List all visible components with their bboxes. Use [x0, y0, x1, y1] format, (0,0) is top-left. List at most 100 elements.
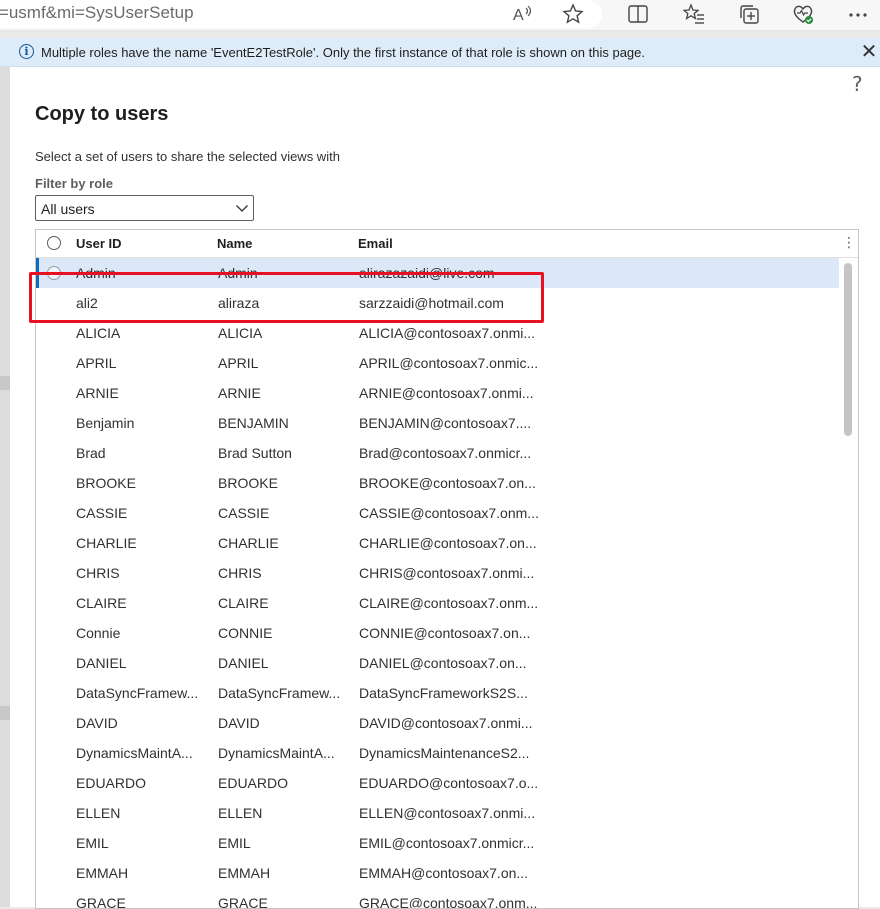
- cell-email: BENJAMIN@contosoax7....: [359, 415, 532, 431]
- table-row[interactable]: EMIL EMIL EMIL@contosoax7.onmicr...: [36, 828, 839, 858]
- close-icon[interactable]: ✕: [859, 42, 879, 62]
- cell-name: EMIL: [218, 835, 251, 851]
- cell-name: ELLEN: [218, 805, 263, 821]
- info-message-bar: i Multiple roles have the name 'EventE2T…: [0, 38, 880, 67]
- table-row[interactable]: APRIL APRIL APRIL@contosoax7.onmic...: [36, 348, 839, 378]
- table-row[interactable]: ARNIE ARNIE ARNIE@contosoax7.onmi...: [36, 378, 839, 408]
- cell-email: EMMAH@contosoax7.on...: [359, 865, 529, 881]
- cell-user-id: CHARLIE: [76, 535, 137, 551]
- cell-email: CLAIRE@contosoax7.onm...: [359, 595, 539, 611]
- favorite-star-icon[interactable]: [562, 3, 584, 25]
- table-row[interactable]: CASSIE CASSIE CASSIE@contosoax7.onm...: [36, 498, 839, 528]
- cell-email: CASSIE@contosoax7.onm...: [359, 505, 539, 521]
- table-row[interactable]: GRACE GRACE GRACE@contosoax7.onm...: [36, 888, 839, 908]
- cell-name: DANIEL: [218, 655, 269, 671]
- cell-user-id: BROOKE: [76, 475, 136, 491]
- cell-user-id: EMMAH: [76, 865, 129, 881]
- table-row[interactable]: DynamicsMaintA... DynamicsMaintA... Dynami…: [36, 738, 839, 768]
- chevron-down-icon: [235, 201, 249, 215]
- cell-user-id: ARNIE: [76, 385, 119, 401]
- cell-user-id: CHRIS: [76, 565, 120, 581]
- cell-user-id: Benjamin: [76, 415, 135, 431]
- table-row[interactable]: BROOKE BROOKE BROOKE@contosoax7.on...: [36, 468, 839, 498]
- cell-email: ALICIA@contosoax7.onmi...: [359, 325, 536, 341]
- cell-user-id: DAVID: [76, 715, 118, 731]
- table-row[interactable]: CLAIRE CLAIRE CLAIRE@contosoax7.onm...: [36, 588, 839, 618]
- cell-email: APRIL@contosoax7.onmic...: [359, 355, 539, 371]
- browser-essentials-icon[interactable]: [792, 3, 814, 25]
- table-row[interactable]: EMMAH EMMAH EMMAH@contosoax7.on...: [36, 858, 839, 888]
- cell-name: EDUARDO: [218, 775, 289, 791]
- cell-name: DAVID: [218, 715, 260, 731]
- table-row[interactable]: DANIEL DANIEL DANIEL@contosoax7.on...: [36, 648, 839, 678]
- cell-email: EDUARDO@contosoax7.o...: [359, 775, 539, 791]
- cell-name: APRIL: [218, 355, 259, 371]
- cell-user-id: DynamicsMaintA...: [76, 745, 193, 761]
- cell-email: BROOKE@contosoax7.on...: [359, 475, 536, 491]
- filter-by-role-dropdown[interactable]: All users: [35, 195, 254, 221]
- cell-name: BROOKE: [218, 475, 278, 491]
- table-row[interactable]: CHARLIE CHARLIE CHARLIE@contosoax7.on...: [36, 528, 839, 558]
- table-row[interactable]: ELLEN ELLEN ELLEN@contosoax7.onmi...: [36, 798, 839, 828]
- cell-email: ARNIE@contosoax7.onmi...: [359, 385, 534, 401]
- cell-user-id: Connie: [76, 625, 121, 641]
- cell-name: DataSyncFramew...: [218, 685, 341, 701]
- cell-user-id: DataSyncFramew...: [76, 685, 199, 701]
- cell-email: ELLEN@contosoax7.onmi...: [359, 805, 536, 821]
- table-row[interactable]: Connie CONNIE CONNIE@contosoax7.on...: [36, 618, 839, 648]
- scrollbar-thumb[interactable]: [844, 263, 852, 436]
- cell-user-id: APRIL: [76, 355, 117, 371]
- cell-user-id: Brad: [76, 445, 106, 461]
- favorites-list-icon[interactable]: [683, 3, 705, 25]
- cell-user-id: ELLEN: [76, 805, 121, 821]
- cell-email: DAVID@contosoax7.onmi...: [359, 715, 533, 731]
- info-icon: i: [19, 44, 34, 59]
- read-aloud-icon[interactable]: A: [512, 3, 534, 25]
- grid-rows: Admin Admin alirazazaidi@live.com ali2 alira…: [36, 258, 842, 908]
- help-icon[interactable]: ?: [852, 72, 863, 96]
- background-page-edge: [0, 706, 10, 720]
- collections-icon[interactable]: [738, 3, 760, 25]
- column-options-icon[interactable]: ⋮: [842, 234, 856, 251]
- column-header-user-id[interactable]: User ID: [76, 236, 122, 251]
- cell-user-id: DANIEL: [76, 655, 127, 671]
- cell-email: DataSyncFrameworkS2S...: [359, 685, 528, 701]
- cell-name: Brad Sutton: [218, 445, 292, 461]
- background-page-edge: [0, 376, 10, 390]
- filter-by-role-label: Filter by role: [35, 176, 114, 191]
- more-icon[interactable]: [847, 3, 869, 25]
- filter-by-role-value: All users: [41, 201, 95, 217]
- split-screen-icon[interactable]: [627, 3, 649, 25]
- cell-email: EMIL@contosoax7.onmicr...: [359, 835, 535, 851]
- table-row[interactable]: Brad Brad Sutton Brad@contosoax7.onmicr...: [36, 438, 839, 468]
- table-row[interactable]: EDUARDO EDUARDO EDUARDO@contosoax7.o...: [36, 768, 839, 798]
- cell-email: DANIEL@contosoax7.on...: [359, 655, 527, 671]
- cell-email: Brad@contosoax7.onmicr...: [359, 445, 532, 461]
- grid-header: User ID Name Email ⋮: [36, 230, 858, 258]
- table-row[interactable]: Benjamin BENJAMIN BENJAMIN@contosoax7....: [36, 408, 839, 438]
- cell-user-id: CASSIE: [76, 505, 128, 521]
- svg-text:A: A: [513, 7, 524, 24]
- table-row[interactable]: DataSyncFramew... DataSyncFramew... DataSy…: [36, 678, 839, 708]
- table-row[interactable]: DAVID DAVID DAVID@contosoax7.onmi...: [36, 708, 839, 738]
- cell-email: CHARLIE@contosoax7.on...: [359, 535, 537, 551]
- annotation-highlight: [29, 272, 544, 323]
- address-bar-url[interactable]: np=usmf&mi=SysUserSetup: [0, 3, 194, 23]
- browser-toolbar: np=usmf&mi=SysUserSetup A: [0, 0, 880, 31]
- cell-email: CONNIE@contosoax7.on...: [359, 625, 531, 641]
- users-grid: User ID Name Email ⋮ Admin Admin alirazaza…: [35, 229, 859, 909]
- info-message-text: Multiple roles have the name 'EventE2Tes…: [41, 45, 646, 60]
- select-all-radio[interactable]: [47, 236, 61, 250]
- cell-name: BENJAMIN: [218, 415, 289, 431]
- cell-user-id: EDUARDO: [76, 775, 147, 791]
- column-header-email[interactable]: Email: [358, 236, 393, 251]
- cell-name: CHRIS: [218, 565, 262, 581]
- column-header-name[interactable]: Name: [217, 236, 252, 251]
- dialog-title: Copy to users: [35, 103, 169, 125]
- cell-name: ARNIE: [218, 385, 261, 401]
- cell-user-id: CLAIRE: [76, 595, 127, 611]
- cell-name: ALICIA: [218, 325, 263, 341]
- cell-name: CASSIE: [218, 505, 270, 521]
- table-row[interactable]: CHRIS CHRIS CHRIS@contosoax7.onmi...: [36, 558, 839, 588]
- cell-name: DynamicsMaintA...: [218, 745, 335, 761]
